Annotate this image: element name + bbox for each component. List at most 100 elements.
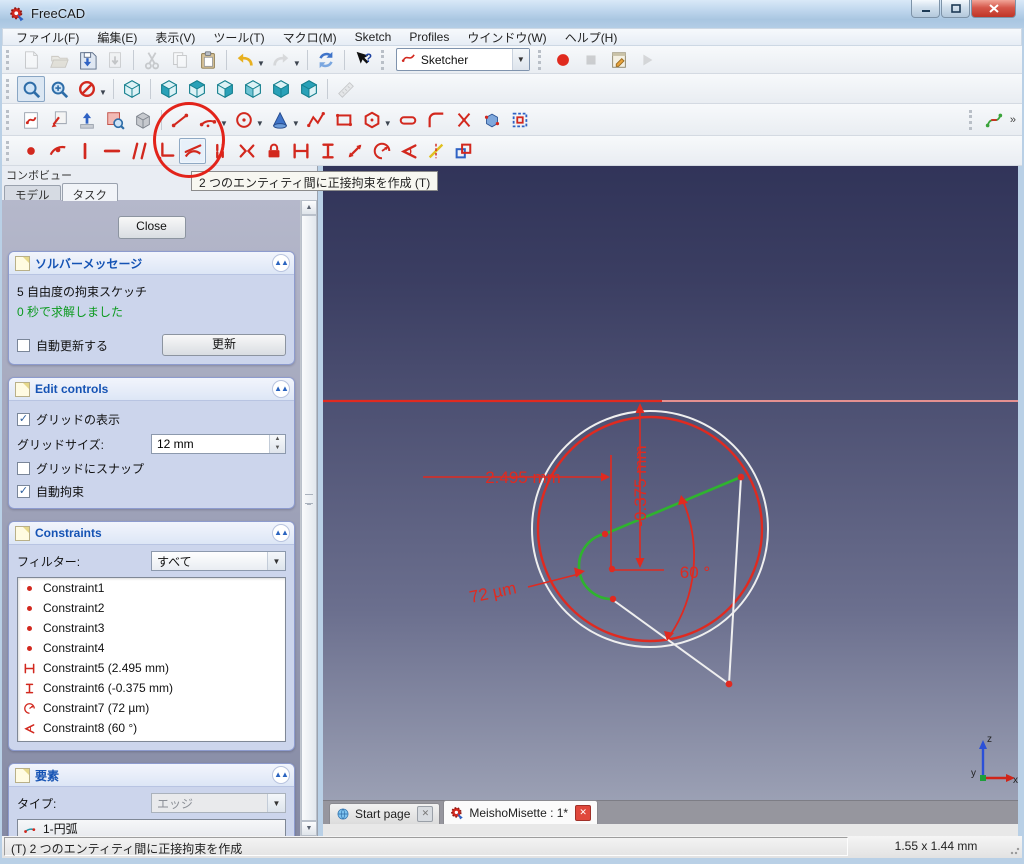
view-top-button[interactable] bbox=[183, 76, 211, 102]
geo-polyline-button[interactable] bbox=[302, 107, 330, 133]
minimize-button[interactable] bbox=[911, 0, 940, 18]
toolbar-grip[interactable] bbox=[6, 140, 12, 161]
view-front-button[interactable] bbox=[155, 76, 183, 102]
workbench-selector[interactable]: Sketcher ▼ bbox=[395, 48, 530, 71]
sketch-circle[interactable] bbox=[536, 415, 764, 643]
auto-update-checkbox[interactable] bbox=[17, 338, 30, 352]
constraint-list-item[interactable]: Constraint6 (-0.375 mm) bbox=[18, 678, 285, 698]
menu-t[interactable]: ツール(T) bbox=[204, 28, 273, 47]
toolbar-grip[interactable] bbox=[968, 109, 975, 130]
con-tangent-button[interactable] bbox=[179, 137, 206, 164]
view-section-button[interactable] bbox=[129, 107, 157, 133]
menu-v[interactable]: 表示(V) bbox=[146, 28, 204, 47]
con-equal-button[interactable] bbox=[206, 138, 233, 164]
grid-size-spinbox[interactable]: ▲▼ bbox=[151, 434, 286, 454]
task-scrollbar[interactable]: ▲ ▼ bbox=[300, 200, 317, 836]
con-toggle-driving-button[interactable] bbox=[449, 138, 476, 164]
scroll-up-icon[interactable]: ▲ bbox=[301, 200, 317, 215]
dim-radius[interactable] bbox=[527, 567, 585, 588]
title-bar[interactable]: FreeCAD bbox=[0, 0, 1024, 28]
tab-close-icon[interactable]: ✕ bbox=[575, 804, 592, 821]
con-lock-button[interactable] bbox=[260, 138, 287, 164]
con-hdistance-button[interactable] bbox=[287, 138, 314, 164]
collapse-section-icon[interactable]: ▲▲ bbox=[272, 524, 290, 542]
con-coincident-button[interactable] bbox=[17, 138, 44, 164]
geo-polygon-button[interactable] bbox=[358, 107, 386, 133]
macro-play-button[interactable] bbox=[633, 47, 661, 73]
con-distance-button[interactable] bbox=[341, 138, 368, 164]
task-close-button[interactable]: Close bbox=[117, 216, 186, 239]
sketch-map-button[interactable] bbox=[101, 107, 129, 133]
collapse-section-icon[interactable]: ▲▲ bbox=[272, 380, 290, 398]
view-bottom-button[interactable] bbox=[267, 76, 295, 102]
menu-f[interactable]: ファイル(F) bbox=[7, 28, 88, 47]
draw-style-button[interactable] bbox=[73, 76, 101, 102]
collapse-section-icon[interactable]: ▲▲ bbox=[272, 254, 290, 272]
con-perpendicular-button[interactable] bbox=[152, 138, 179, 164]
con-horizontal-button[interactable] bbox=[98, 138, 125, 164]
measure-button[interactable] bbox=[332, 76, 360, 102]
copy-button[interactable] bbox=[166, 47, 194, 73]
geo-line-button[interactable] bbox=[166, 107, 194, 133]
menu-w[interactable]: ウインドウ(W) bbox=[458, 28, 555, 47]
new-file-button[interactable] bbox=[17, 47, 45, 73]
bspline-tools-button[interactable] bbox=[980, 107, 1008, 133]
geo-fillet-button[interactable] bbox=[422, 107, 450, 133]
geo-external-button[interactable] bbox=[478, 107, 506, 133]
dim-angle-label[interactable]: 60 ° bbox=[680, 563, 710, 582]
auto-constraint-checkbox[interactable]: ✓ bbox=[17, 485, 30, 498]
geo-rect-button[interactable] bbox=[330, 107, 358, 133]
menu-h[interactable]: ヘルプ(H) bbox=[556, 28, 627, 47]
view-left-button[interactable] bbox=[295, 76, 323, 102]
toolbar-grip[interactable] bbox=[6, 109, 12, 130]
constraint-list-item[interactable]: Constraint3 bbox=[18, 618, 285, 638]
toolbar-grip[interactable] bbox=[380, 49, 387, 70]
collapse-section-icon[interactable]: ▲▲ bbox=[272, 766, 290, 784]
macro-stop-button[interactable] bbox=[577, 47, 605, 73]
zoom-box-button[interactable] bbox=[45, 76, 73, 102]
toolbar-grip[interactable] bbox=[537, 49, 544, 70]
undo-button[interactable] bbox=[231, 47, 259, 73]
macro-record-button[interactable] bbox=[549, 47, 577, 73]
grid-size-input[interactable] bbox=[152, 435, 269, 453]
sketch-arc-green[interactable] bbox=[577, 532, 614, 601]
combo-tab-tasks[interactable]: タスク bbox=[61, 183, 118, 202]
geo-circle-button[interactable] bbox=[230, 107, 258, 133]
con-angle-button[interactable] bbox=[395, 138, 422, 164]
sketch-new-button[interactable] bbox=[17, 107, 45, 133]
combo-tab-model[interactable]: モデル bbox=[4, 185, 61, 202]
view-rear-button[interactable] bbox=[239, 76, 267, 102]
toolbar-grip[interactable] bbox=[6, 49, 12, 70]
sketch-view-button[interactable] bbox=[73, 107, 101, 133]
toolbar-overflow-chevron[interactable]: » bbox=[1010, 114, 1016, 126]
mdi-tab-document[interactable]: MeishoMisette : 1* ✕ bbox=[443, 800, 599, 824]
geo-slot-button[interactable] bbox=[394, 107, 422, 133]
dim-horizontal-label[interactable]: 2.495 mm bbox=[485, 468, 561, 487]
close-button[interactable] bbox=[971, 0, 1016, 18]
constraint-list-item[interactable]: Constraint2 bbox=[18, 598, 285, 618]
con-snell-button[interactable] bbox=[422, 138, 449, 164]
whats-this-button[interactable]: ? bbox=[349, 47, 377, 73]
sketch-leave-button[interactable] bbox=[45, 107, 73, 133]
cut-button[interactable] bbox=[138, 47, 166, 73]
menu-m[interactable]: マクロ(M) bbox=[274, 28, 346, 47]
show-grid-checkbox[interactable]: ✓ bbox=[17, 413, 30, 426]
menu-e[interactable]: 編集(E) bbox=[88, 28, 146, 47]
open-button[interactable] bbox=[45, 47, 73, 73]
import-button[interactable] bbox=[101, 47, 129, 73]
menu-profiles[interactable]: Profiles bbox=[400, 29, 458, 45]
constraint-filter-dropdown[interactable]: すべて ▼ bbox=[151, 551, 286, 571]
constraint-list-item[interactable]: Constraint5 (2.495 mm) bbox=[18, 658, 285, 678]
con-symmetric-button[interactable] bbox=[233, 138, 260, 164]
3d-viewport[interactable]: 2.495 mm -0.375 mm 72 µm 60 ° z x y bbox=[323, 166, 1018, 800]
maximize-button[interactable] bbox=[941, 0, 970, 18]
con-parallel-button[interactable] bbox=[125, 138, 152, 164]
save-button[interactable] bbox=[73, 47, 101, 73]
macro-edit-button[interactable] bbox=[605, 47, 633, 73]
geo-trim-button[interactable] bbox=[450, 107, 478, 133]
toolbar-grip[interactable] bbox=[6, 78, 12, 99]
element-list-item[interactable]: 1-円弧 bbox=[18, 820, 285, 836]
constraint-list-item[interactable]: Constraint1 bbox=[18, 578, 285, 598]
con-vertical-button[interactable] bbox=[71, 138, 98, 164]
view-iso-button[interactable] bbox=[118, 76, 146, 102]
